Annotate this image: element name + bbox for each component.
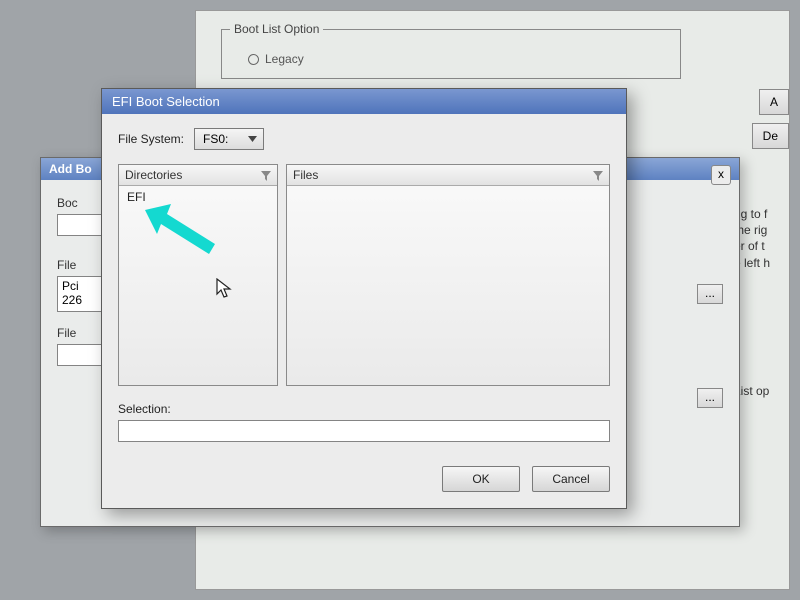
efi-boot-selection-dialog: EFI Boot Selection File System: FS0: Dir… [101, 88, 627, 509]
file-system-dropdown[interactable]: FS0: [194, 128, 264, 150]
group-title: Boot List Option [230, 22, 323, 36]
browse-button-2[interactable]: ... [697, 388, 723, 408]
radio-label: Legacy [265, 52, 304, 66]
files-header[interactable]: Files [287, 165, 609, 186]
directory-item-efi[interactable]: EFI [123, 188, 273, 206]
file-system-value: FS0: [203, 132, 228, 146]
add-boot-close-button[interactable]: x [711, 165, 731, 185]
legacy-radio[interactable]: Legacy [248, 52, 668, 66]
directories-header[interactable]: Directories [119, 165, 277, 186]
files-list [287, 186, 609, 190]
chevron-down-icon [245, 132, 259, 146]
radio-icon [248, 54, 259, 65]
file-system-label: File System: [118, 132, 184, 146]
bg-button-a[interactable]: A [759, 89, 789, 115]
filter-icon [593, 170, 603, 180]
files-pane: Files [286, 164, 610, 386]
bg-help-text-1: ng to f the rig er of t e left h [734, 206, 789, 271]
bg-button-de[interactable]: De [752, 123, 789, 149]
filter-icon [261, 170, 271, 180]
directories-pane: Directories EFI [118, 164, 278, 386]
selection-label: Selection: [118, 402, 610, 416]
efi-titlebar: EFI Boot Selection [102, 89, 626, 114]
selection-input[interactable] [118, 420, 610, 442]
bg-help-text-2: List op g [734, 383, 789, 415]
directories-list: EFI [119, 186, 277, 208]
browse-button-1[interactable]: ... [697, 284, 723, 304]
directories-header-label: Directories [125, 168, 182, 182]
boot-list-option-group: Boot List Option Legacy [221, 29, 681, 79]
files-header-label: Files [293, 168, 318, 182]
ok-button[interactable]: OK [442, 466, 520, 492]
cancel-button[interactable]: Cancel [532, 466, 610, 492]
